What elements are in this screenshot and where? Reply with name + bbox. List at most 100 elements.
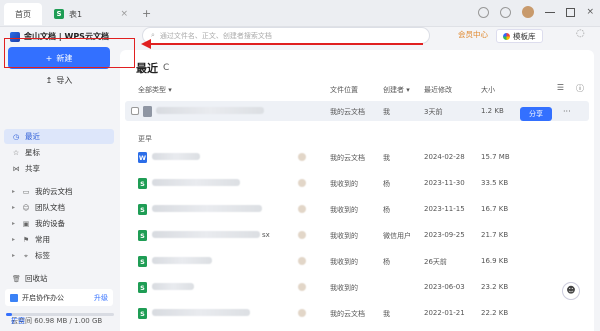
file-name-blurred — [152, 153, 200, 160]
tab-sheet-label: 表1 — [69, 9, 83, 19]
sidebar-item-0[interactable]: ◷ 最近 — [4, 129, 114, 144]
type-filter[interactable]: 全部类型 ▾ — [138, 85, 172, 95]
tab-home[interactable]: 首页 — [4, 3, 42, 25]
sidebar-item-1[interactable]: ☆ 星标 — [4, 145, 114, 160]
history-icon[interactable]: ◌ — [576, 28, 585, 39]
close-tab-icon[interactable]: × — [120, 9, 128, 19]
row-checkbox[interactable] — [131, 107, 139, 115]
file-row[interactable]: S 我收到的 杨 2023-11-15 16.7 KB — [125, 199, 589, 219]
template-library-button[interactable]: 模板库 — [496, 29, 543, 43]
sidebar-item-3[interactable]: ▸ ▭ 我的云文档 — [4, 184, 114, 199]
sheet-icon: S — [138, 256, 147, 267]
message-icon[interactable] — [500, 6, 512, 18]
file-location: 我的云文档 — [330, 108, 365, 116]
avatar[interactable] — [522, 6, 535, 18]
file-location: 我收到的 — [330, 232, 358, 240]
sidebar-item-label: 我的设备 — [35, 219, 65, 228]
file-size: 16.7 KB — [481, 205, 509, 213]
file-size: 23.2 KB — [481, 283, 509, 291]
col-location: 文件位置 — [330, 86, 358, 94]
expand-caret-icon[interactable]: ▸ — [12, 204, 17, 211]
file-row[interactable]: Ssx 我收到的 微信用户 2023-09-25 21.7 KB — [125, 225, 589, 245]
owner-avatar — [298, 283, 306, 291]
col-creator[interactable]: 创建者 ▾ — [383, 85, 410, 95]
sidebar-item-5[interactable]: ▸ ▣ 我的设备 — [4, 216, 114, 231]
expand-caret-icon[interactable]: ▸ — [12, 252, 17, 259]
refresh-icon[interactable]: C — [163, 63, 169, 73]
sidebar-item-7[interactable]: ▸ ⌖ 标签 — [4, 248, 114, 263]
tag-icon: ⌖ — [24, 251, 28, 260]
file-creator: 我 — [383, 154, 390, 162]
file-row[interactable]: W 我的云文档 我 2024-02-28 15.7 MB — [125, 147, 589, 167]
tab-sheet-1[interactable]: S 表1 × — [46, 3, 136, 25]
collab-banner[interactable]: 开启协作办公 升级 — [5, 289, 113, 306]
theme-icon[interactable] — [478, 6, 490, 18]
column-header: 全部类型 ▾ 文件位置 创建者 ▾ 最近修改 大小 — [138, 85, 578, 97]
search-box[interactable]: ⌕ 通过文件名、正文、创建者搜索文档 — [142, 27, 430, 44]
sidebar-item-label: 我的云文档 — [35, 187, 73, 196]
col-size: 大小 — [481, 86, 495, 94]
sidebar-item-label: 标签 — [35, 251, 50, 260]
new-tab-button[interactable]: + — [142, 7, 151, 20]
file-row[interactable]: S 我收到的 2023-06-03 23.2 KB — [125, 277, 589, 297]
expand-caret-icon[interactable]: ▸ — [12, 188, 17, 195]
file-row[interactable]: S 我的云文档 我 2022-01-21 22.2 KB — [125, 303, 589, 323]
upgrade-link[interactable]: 升级 — [94, 293, 108, 303]
import-button[interactable]: ↥ 导入 — [8, 71, 110, 89]
file-row[interactable]: S 我收到的 杨 26天前 16.9 KB — [125, 251, 589, 271]
file-name-blurred — [156, 107, 264, 114]
bookmark-icon: ⚑ — [22, 235, 30, 244]
expand-storage-link[interactable]: 扩容 — [11, 316, 25, 326]
expand-caret-icon[interactable]: ▸ — [12, 236, 17, 243]
file-icon — [143, 106, 152, 117]
sidebar-item-label: 最近 — [25, 132, 40, 141]
title-bar: 首页 S 表1 × + × — [0, 0, 600, 27]
owner-avatar — [298, 153, 306, 161]
file-location: 我的云文档 — [330, 310, 365, 318]
template-library-label: 模板库 — [513, 31, 536, 41]
file-name-suffix: sx — [262, 231, 270, 239]
pinned-file-row[interactable]: 我的云文档 我 3天前 1.2 KB 分享 ··· — [125, 101, 589, 121]
file-creator: 杨 — [383, 180, 390, 188]
sheet-icon: S — [138, 178, 147, 189]
file-size: 1.2 KB — [481, 107, 504, 115]
maximize-icon[interactable] — [566, 7, 576, 17]
page-title-text: 最近 — [136, 62, 158, 75]
sidebar: 金山文档 | WPS云文档 + 新建 ↥ 导入 ◷ 最近 ☆ 星标 ⋈ 共享 ▸ ▭ 我的云文档… — [0, 27, 118, 331]
vip-center-link[interactable]: 会员中心 — [458, 29, 488, 40]
sidebar-item-4[interactable]: ▸ ☺ 团队文档 — [4, 200, 114, 215]
close-window-icon[interactable]: × — [586, 7, 594, 17]
file-modified: 3天前 — [424, 108, 443, 116]
sheet-icon: S — [138, 230, 147, 241]
collab-label: 开启协作办公 — [22, 293, 64, 302]
storage-info: 云空间 60.98 MB / 1.00 GB 扩容 — [6, 310, 114, 325]
file-modified: 2024-02-28 — [424, 153, 465, 161]
sheet-icon: S — [54, 9, 64, 19]
share-button[interactable]: 分享 — [520, 107, 552, 121]
expand-caret-icon[interactable]: ▸ — [12, 220, 17, 227]
file-creator: 杨 — [383, 258, 390, 266]
annotation-arrow-line — [150, 43, 423, 45]
owner-avatar — [298, 309, 306, 317]
sidebar-item-label: 常用 — [35, 235, 50, 244]
search-input[interactable]: 通过文件名、正文、创建者搜索文档 — [160, 31, 272, 41]
sidebar-item-label: 共享 — [25, 164, 40, 173]
file-location: 我收到的 — [330, 258, 358, 266]
sidebar-item-2[interactable]: ⋈ 共享 — [4, 161, 114, 176]
file-size: 33.5 KB — [481, 179, 509, 187]
file-row[interactable]: S 我收到的 杨 2023-11-30 33.5 KB — [125, 173, 589, 193]
share-icon: ⋈ — [12, 164, 20, 173]
help-assistant-icon[interactable]: ☻ — [562, 282, 580, 300]
sidebar-item-8[interactable]: 🗑 回收站 — [4, 271, 114, 286]
owner-avatar — [298, 179, 306, 187]
sidebar-item-6[interactable]: ▸ ⚑ 常用 — [4, 232, 114, 247]
more-options-icon[interactable]: ··· — [563, 107, 571, 116]
tab-home-label: 首页 — [15, 9, 31, 19]
file-modified: 2022-01-21 — [424, 309, 465, 317]
col-modified: 最近修改 — [424, 86, 452, 94]
file-creator: 我 — [383, 310, 390, 318]
file-modified: 2023-09-25 — [424, 231, 465, 239]
team-icon: ☺ — [22, 203, 30, 212]
main-panel: 最近 C ☰ ⓘ 全部类型 ▾ 文件位置 创建者 ▾ 最近修改 大小 我的云文档… — [120, 50, 594, 331]
minimize-icon[interactable] — [545, 11, 556, 13]
